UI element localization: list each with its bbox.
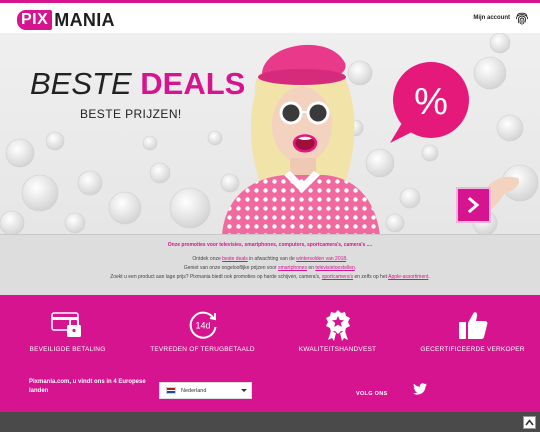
promo-text: in afwachting van de [249, 256, 295, 262]
hero-title-bold: DEALS [140, 66, 246, 101]
promo-text: . [354, 265, 357, 271]
hero-banner[interactable]: BESTE DEALS BESTE PRIJZEN! % [0, 33, 540, 235]
country-select[interactable]: Nederland [159, 382, 252, 399]
netherlands-flag-icon [166, 387, 176, 394]
promo-text: . [346, 256, 348, 262]
twitter-icon[interactable] [413, 383, 427, 395]
fingerprint-icon [515, 12, 529, 25]
feature-label: TEVREDEN OF TERUGBETAALD [150, 346, 255, 353]
promo-text: Geniet van onze ongelooflijke prijzen vo… [183, 265, 277, 271]
secure-card-icon [50, 312, 81, 337]
promo-line-3: Zoekt u een product aan lage prijs? Pixm… [0, 274, 540, 280]
site-header: PIX MANIA Mijn account [0, 3, 540, 33]
logo-mania: MANIA [54, 10, 115, 30]
percent-symbol: % [414, 81, 448, 123]
hero-title: BESTE DEALS [30, 67, 245, 101]
promo-text: . [428, 274, 430, 280]
14-days-icon: 14d [189, 311, 216, 339]
percent-bubble-icon: % [390, 62, 469, 143]
feature-label: KWALITEITSHANDVEST [298, 346, 377, 353]
chevron-up-icon [525, 419, 534, 426]
country-select-value: Nederland [181, 387, 207, 394]
scroll-to-top-button[interactable] [523, 416, 536, 429]
carousel-next-button[interactable] [456, 187, 491, 223]
account-link[interactable]: Mijn account [473, 10, 530, 26]
feature-quality-charter[interactable]: KWALITEITSHANDVEST [270, 295, 405, 371]
quality-ribbon-icon [325, 310, 350, 341]
feature-satisfied-or-refunded[interactable]: 14d TEVREDEN OF TERUGBETAALD [135, 295, 270, 371]
chevron-down-icon [241, 389, 247, 392]
footer-countries-text: Pixmania.com, u vindt ons in 4 Europese … [29, 379, 146, 394]
bottom-bar [0, 412, 540, 432]
promo-text-section: Onze promoties voor televisies, smartpho… [0, 235, 540, 295]
link-beste-deals[interactable]: beste deals [222, 256, 248, 262]
promo-text: Ontdek onze [192, 256, 221, 262]
link-smartphones[interactable]: smartphones [278, 265, 307, 271]
feature-label: BEVEILIGDE BETALING [29, 346, 106, 353]
feature-label: GECERTIFICEERDE VERKOPER [420, 346, 525, 353]
feature-secure-payment[interactable]: BEVEILIGDE BETALING [0, 295, 135, 371]
hero-title-light: BESTE [30, 66, 132, 101]
promo-text: en [308, 265, 314, 271]
14-days-text: 14d [195, 321, 210, 331]
link-televisietoestellen[interactable]: televisietoestellen [315, 265, 354, 271]
promo-text: Zoekt u een product aan lage prijs? Pixm… [110, 274, 321, 280]
promo-text: en zelfs op het [354, 274, 387, 280]
account-label: Mijn account [473, 15, 510, 21]
logo-pix: PIX [17, 10, 53, 30]
promo-line-1: Ontdek onze beste deals in afwachting va… [0, 256, 540, 262]
feature-certified-seller[interactable]: GECERTIFICEERDE VERKOPER [405, 295, 540, 371]
features-bar: BEVEILIGDE BETALING 14d TEVREDEN OF TERU… [0, 295, 540, 371]
link-wintersolden[interactable]: wintersolden van 2018 [296, 256, 346, 262]
chevron-right-icon [467, 197, 479, 213]
thumbs-up-icon [458, 312, 487, 339]
link-apple-assortiment[interactable]: Apple-assortiment [388, 274, 428, 280]
footer: Pixmania.com, u vindt ons in 4 Europese … [0, 371, 540, 412]
hero-subtitle: BESTE PRIJZEN! [80, 107, 182, 121]
follow-us-label: VOLG ONS [356, 391, 388, 397]
promo-headline: Onze promoties voor televisies, smartpho… [167, 242, 373, 248]
pixmania-logo[interactable]: PIX MANIA [17, 9, 115, 31]
promo-line-2: Geniet van onze ongelooflijke prijzen vo… [0, 265, 540, 271]
link-sportcameras[interactable]: sportcamera's [322, 274, 353, 280]
